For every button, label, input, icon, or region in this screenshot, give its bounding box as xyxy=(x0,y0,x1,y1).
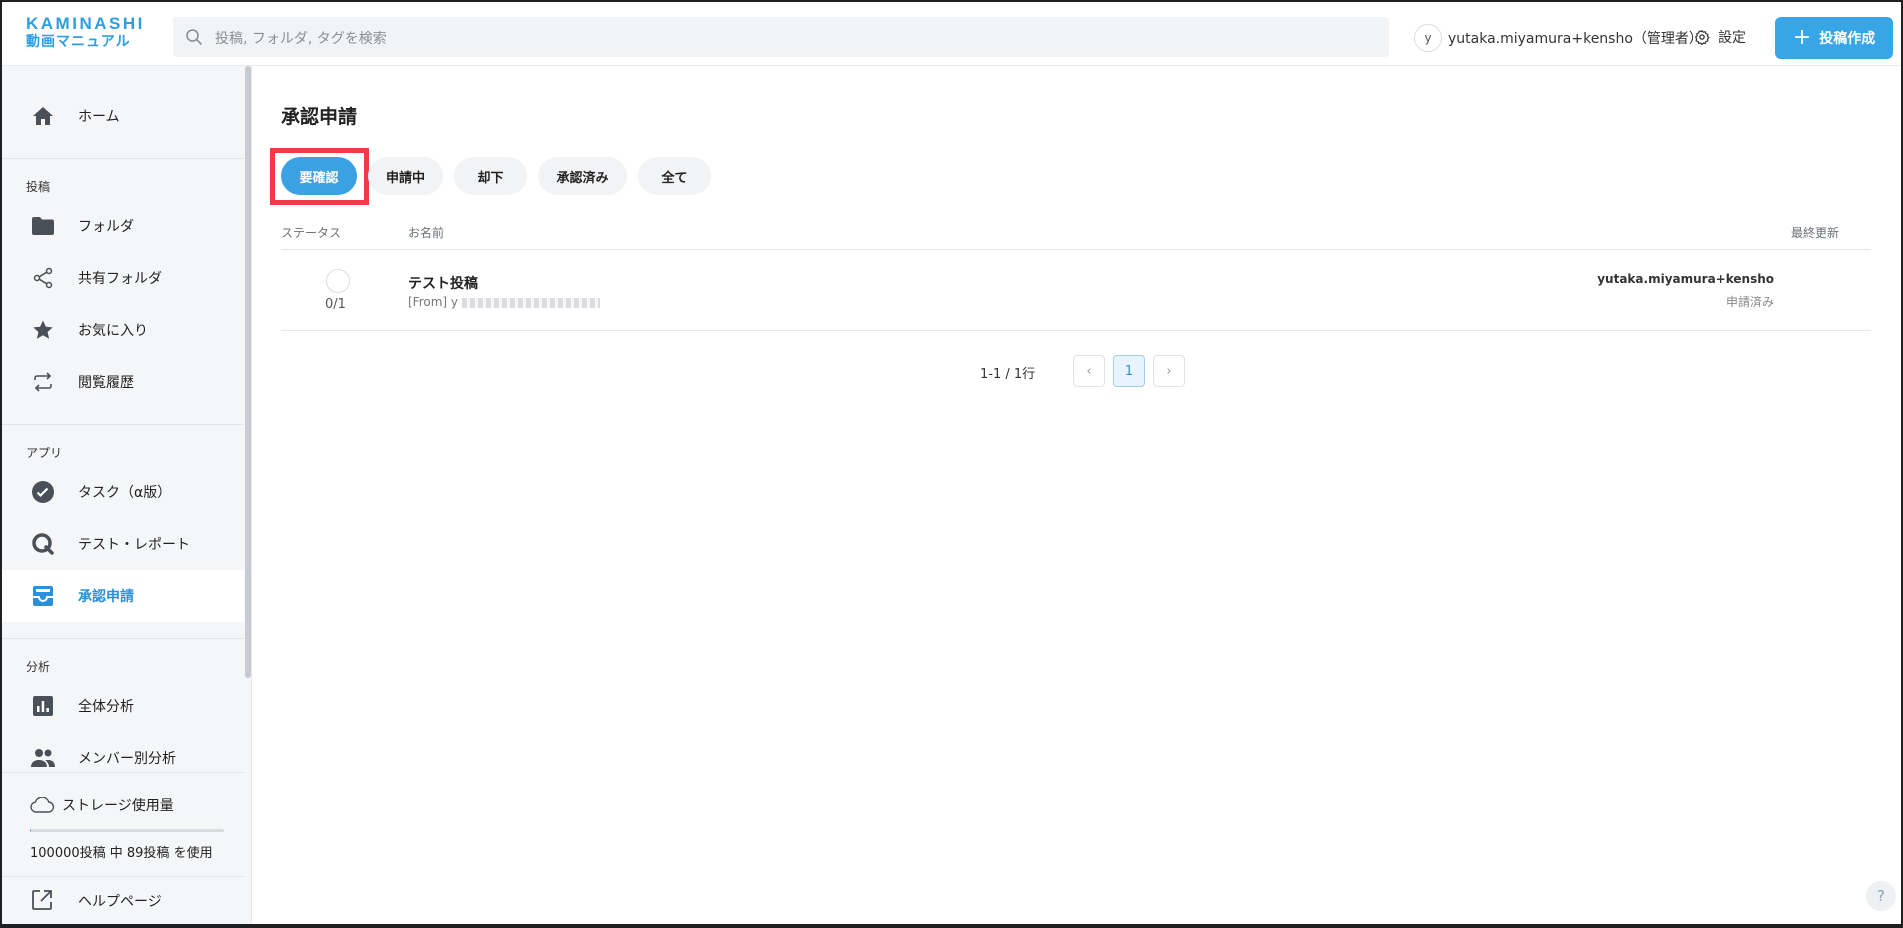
avatar: y xyxy=(1414,24,1442,52)
home-icon xyxy=(30,103,56,129)
storage-usage-text: 100000投稿 中 89投稿 を使用 xyxy=(30,846,213,861)
chevron-right-icon: › xyxy=(1166,363,1172,379)
filter-needs-review[interactable]: 要確認 xyxy=(281,157,357,195)
sidebar-item-shared-folders[interactable]: 共有フォルダ xyxy=(2,252,244,304)
storage-title: ストレージ使用量 xyxy=(30,795,174,815)
status-count: 0/1 xyxy=(325,297,346,312)
sidebar-item-label: 共有フォルダ xyxy=(78,271,162,287)
search-icon xyxy=(186,29,202,45)
sidebar-item-folders[interactable]: フォルダ xyxy=(2,200,244,252)
section-label-analytics: 分析 xyxy=(26,660,51,674)
table-header: ステータス お名前 最終更新 xyxy=(281,222,1871,250)
sidebar-item-tasks[interactable]: タスク（α版） xyxy=(2,466,244,518)
filter-approved[interactable]: 承認済み xyxy=(538,157,627,195)
sidebar-item-label: お気に入り xyxy=(78,323,148,339)
redacted-text xyxy=(462,297,601,308)
help-button[interactable]: ? xyxy=(1866,881,1896,911)
logo[interactable]: KAMINASHI 動画マニュアル xyxy=(26,15,145,49)
page-number-button[interactable]: 1 xyxy=(1113,355,1145,387)
sidebar-item-label: テスト・レポート xyxy=(78,537,190,553)
plus-icon: + xyxy=(1792,25,1812,50)
sidebar-item-label: タスク（α版） xyxy=(78,485,172,501)
sidebar-item-label: ヘルプページ xyxy=(78,894,162,910)
gear-icon xyxy=(1695,30,1710,45)
pagination: 1-1 / 1行 ‹ 1 › xyxy=(253,354,1901,388)
sidebar-scrollbar[interactable] xyxy=(245,66,251,678)
user-name: yutaka.miyamura+kensho（管理者） xyxy=(1448,31,1703,47)
column-header-status: ステータス xyxy=(281,226,342,240)
sidebar-item-label: 全体分析 xyxy=(78,699,134,715)
storage-title-label: ストレージ使用量 xyxy=(62,798,174,814)
sidebar-item-label: フォルダ xyxy=(78,219,134,235)
prev-page-button[interactable]: ‹ xyxy=(1073,355,1105,387)
folder-icon xyxy=(30,213,56,239)
sidebar-item-label: 承認申請 xyxy=(78,589,134,605)
create-post-button[interactable]: + 投稿作成 xyxy=(1775,17,1893,59)
logo-product: 動画マニュアル xyxy=(26,34,131,50)
divider xyxy=(2,158,244,159)
chevron-left-icon: ‹ xyxy=(1086,363,1092,379)
share-icon xyxy=(30,265,56,291)
people-icon xyxy=(30,745,56,771)
storage-progress-fill xyxy=(30,829,32,832)
sidebar-item-history[interactable]: 閲覧履歴 xyxy=(2,356,244,408)
settings-button[interactable]: 設定 xyxy=(1694,27,1746,47)
sidebar-item-home[interactable]: ホーム xyxy=(2,90,244,142)
column-header-updated[interactable]: 最終更新 xyxy=(1791,224,1839,241)
main-content: 承認申請 要確認 申請中 却下 承認済み 全て ステータス お名前 最終更新 0… xyxy=(253,66,1901,924)
table-row[interactable]: 0/1 テスト投稿 [From] y yutaka.miyamura+kensh… xyxy=(281,253,1871,331)
section-label-apps: アプリ xyxy=(26,446,63,460)
create-post-label: 投稿作成 xyxy=(1819,31,1876,47)
sidebar: ホーム 投稿 フォルダ 共有フォルダ お気に入り 閲覧履歴 アプリ タスク（α版… xyxy=(2,66,252,924)
filter-pending[interactable]: 申請中 xyxy=(368,157,443,195)
app-window: KAMINASHI 動画マニュアル 投稿, フォルダ, タグを検索 y yuta… xyxy=(2,2,1901,924)
search-placeholder: 投稿, フォルダ, タグを検索 xyxy=(215,31,387,47)
inbox-icon xyxy=(30,583,56,609)
row-title[interactable]: テスト投稿 xyxy=(408,273,478,293)
settings-label: 設定 xyxy=(1718,30,1746,46)
section-label-posts: 投稿 xyxy=(26,180,51,194)
search-input[interactable]: 投稿, フォルダ, タグを検索 xyxy=(173,17,1389,57)
divider xyxy=(2,638,244,639)
sidebar-item-label: 閲覧履歴 xyxy=(78,375,134,391)
user-menu[interactable]: y yutaka.miyamura+kensho（管理者） xyxy=(1414,24,1703,52)
check-circle-icon xyxy=(30,479,56,505)
cloud-icon xyxy=(30,797,54,813)
external-link-icon xyxy=(30,888,54,916)
sidebar-item-approval[interactable]: 承認申請 xyxy=(2,570,244,622)
storage-progress-bar xyxy=(30,829,224,832)
divider xyxy=(2,424,244,425)
status-indicator xyxy=(326,269,350,293)
sidebar-item-test-report[interactable]: テスト・レポート xyxy=(2,518,244,570)
next-page-button[interactable]: › xyxy=(1153,355,1185,387)
from-prefix: [From] xyxy=(408,295,448,309)
column-header-name: お名前 xyxy=(408,226,445,240)
star-icon xyxy=(30,317,56,343)
row-updated-status: 申請済み xyxy=(1725,295,1774,309)
quiz-icon xyxy=(30,531,56,557)
sidebar-item-favorites[interactable]: お気に入り xyxy=(2,304,244,356)
logo-brand: KAMINASHI xyxy=(26,14,145,33)
sidebar-item-label: メンバー別分析 xyxy=(78,751,176,767)
from-value: y xyxy=(450,295,459,309)
sidebar-item-help[interactable]: ヘルプページ xyxy=(2,876,244,924)
page-title: 承認申請 xyxy=(281,106,358,128)
repeat-icon xyxy=(30,369,56,395)
sidebar-item-label: ホーム xyxy=(78,109,120,125)
sidebar-item-overall-analytics[interactable]: 全体分析 xyxy=(2,680,244,732)
row-from: [From] y xyxy=(408,295,601,309)
bar-chart-icon xyxy=(30,693,56,719)
filter-all[interactable]: 全て xyxy=(638,157,711,195)
filter-rejected[interactable]: 却下 xyxy=(454,157,527,195)
row-updated-by: yutaka.miyamura+kensho xyxy=(1597,272,1774,286)
pagination-info: 1-1 / 1行 xyxy=(980,367,1036,382)
top-header: KAMINASHI 動画マニュアル 投稿, フォルダ, タグを検索 y yuta… xyxy=(2,2,1901,66)
